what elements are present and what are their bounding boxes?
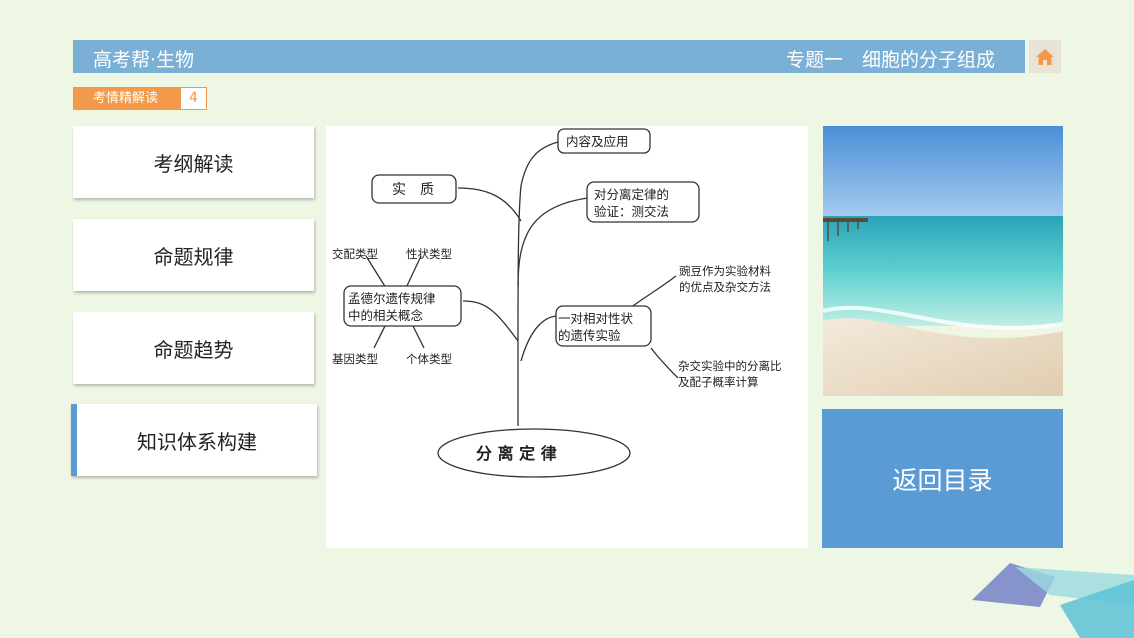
section-tag-number: 4 <box>180 87 208 110</box>
map-node-verify-1: 对分离定律的 <box>594 187 669 202</box>
menu-item-knowledge-system[interactable]: 知识体系构建 <box>71 404 317 476</box>
home-icon <box>1036 48 1054 65</box>
map-node-ratio-1: 杂交实验中的分离比 <box>678 359 782 373</box>
section-tag: 考情精解读 4 <box>73 87 208 110</box>
map-node-concepts-1: 孟德尔遗传规律 <box>348 291 436 306</box>
menu-item-patterns[interactable]: 命题规律 <box>73 219 314 291</box>
menu-item-trends[interactable]: 命题趋势 <box>73 312 314 384</box>
map-node-individual-type: 个体类型 <box>406 352 452 366</box>
map-node-content: 内容及应用 <box>566 134 629 149</box>
beach-photo <box>823 126 1063 396</box>
map-node-hybrid-type: 交配类型 <box>332 247 378 261</box>
map-node-gene-type: 基因类型 <box>332 352 378 366</box>
map-center-node: 分 离 定 律 <box>476 444 557 463</box>
decorative-shapes <box>972 563 1134 638</box>
concept-map: 内容及应用 实 质 对分离定律的 验证：测交法 孟德尔遗传规律 中的相关概念 交… <box>326 126 808 548</box>
map-node-essence: 实 质 <box>392 182 434 198</box>
map-node-pea-1: 豌豆作为实验材料 <box>679 264 771 278</box>
app-title: 高考帮·生物 <box>93 49 195 71</box>
map-node-verify-2: 验证：测交法 <box>594 204 669 219</box>
map-node-experiment-1: 一对相对性状 <box>558 311 634 326</box>
header-bar: 高考帮·生物 专题一 细胞的分子组成 <box>73 40 1025 73</box>
map-node-pea-2: 的优点及杂交方法 <box>679 280 771 294</box>
map-node-experiment-2: 的遗传实验 <box>558 328 621 343</box>
home-button[interactable] <box>1029 40 1061 73</box>
map-node-concepts-2: 中的相关概念 <box>348 308 424 323</box>
menu-item-syllabus[interactable]: 考纲解读 <box>73 126 314 198</box>
section-tag-label: 考情精解读 <box>73 87 181 110</box>
map-node-ratio-2: 及配子概率计算 <box>678 375 759 389</box>
topic-title: 专题一 细胞的分子组成 <box>785 49 995 71</box>
back-to-contents-button[interactable]: 返回目录 <box>822 409 1063 548</box>
map-node-trait-type: 性状类型 <box>406 247 452 261</box>
